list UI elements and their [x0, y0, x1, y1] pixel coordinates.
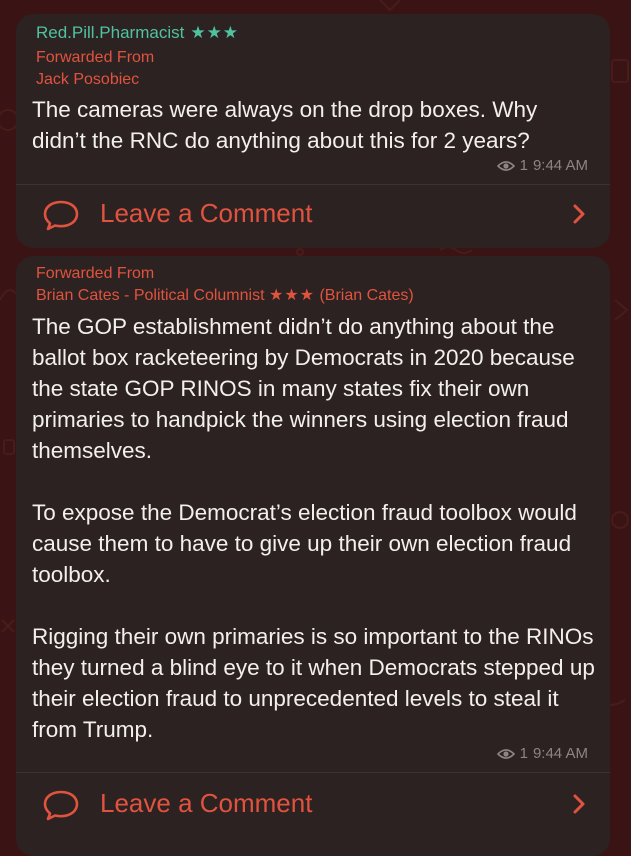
message-card: Forwarded From Brian Cates - Political C…: [16, 256, 610, 856]
comment-bubble-icon: [43, 200, 79, 231]
message-text: The cameras were always on the drop boxe…: [32, 97, 544, 153]
message-meta: 1 9:44 AM: [496, 745, 588, 762]
message-text: The GOP establishment didn’t do anything…: [32, 314, 595, 742]
eye-icon: [496, 160, 515, 171]
forwarded-label: Forwarded From: [36, 49, 155, 66]
sender-name-text: Red.Pill.Pharmacist: [36, 23, 185, 42]
sender-name[interactable]: Red.Pill.Pharmacist ★★★: [36, 23, 239, 43]
sender-stars: ★★★: [190, 23, 240, 42]
forwarded-label: Forwarded From: [36, 265, 155, 282]
forwarded-source[interactable]: Jack Posobiec: [36, 69, 139, 91]
leave-comment-label: Leave a Comment: [100, 788, 313, 818]
leave-comment-button[interactable]: Leave a Comment: [16, 184, 610, 244]
forwarded-handle: (Brian Cates): [319, 287, 414, 304]
forwarded-source[interactable]: Brian Cates - Political Columnist ★★★ (B…: [36, 285, 414, 307]
chevron-right-icon: [573, 204, 585, 224]
message-meta: 1 9:44 AM: [496, 157, 588, 174]
view-count: 1: [519, 745, 528, 762]
comment-bubble-icon: [43, 790, 79, 821]
leave-comment-button[interactable]: Leave a Comment: [16, 774, 610, 834]
forwarded-stars: ★★★: [268, 287, 316, 304]
view-count: 1: [519, 157, 528, 174]
message-time: 9:44 AM: [532, 157, 588, 174]
message-time: 9:44 AM: [532, 745, 588, 762]
eye-icon: [496, 748, 515, 759]
leave-comment-label: Leave a Comment: [100, 198, 313, 228]
chevron-right-icon: [573, 794, 585, 814]
divider: [16, 772, 610, 773]
forwarded-source-name: Brian Cates - Political Columnist: [36, 287, 265, 304]
message-card: Red.Pill.Pharmacist ★★★ Forwarded From Ja…: [16, 14, 610, 248]
